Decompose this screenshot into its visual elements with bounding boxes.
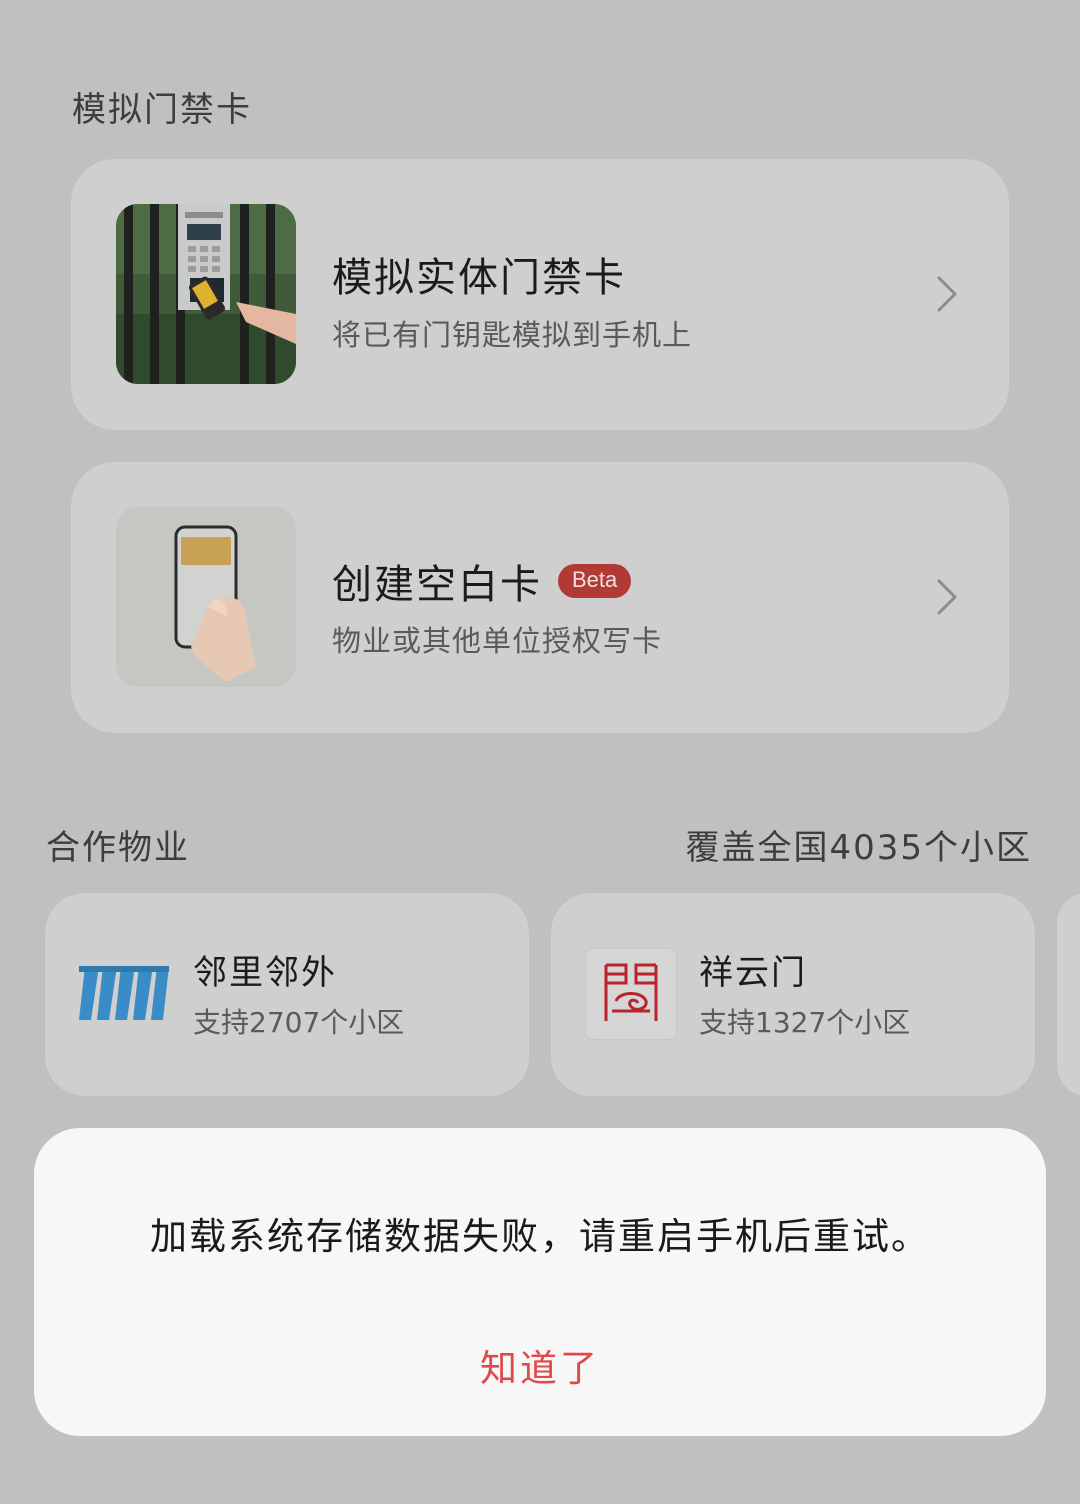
phone-hand-illustration xyxy=(116,507,296,687)
partner-name: 祥云门 xyxy=(699,953,807,993)
partner-item-partial[interactable] xyxy=(1057,893,1080,1096)
beta-badge: Beta xyxy=(558,564,632,598)
partners-title: 合作物业 xyxy=(46,828,190,868)
simulate-physical-card-item[interactable]: 模拟实体门禁卡 将已有门钥匙模拟到手机上 xyxy=(71,159,1009,430)
chevron-right-icon xyxy=(937,579,957,615)
xiangyun-logo-icon xyxy=(585,948,677,1040)
dialog-message: 加载系统存储数据失败，请重启手机后重试。 xyxy=(150,1215,930,1258)
card-title-text: 创建空白卡 xyxy=(332,562,542,608)
partner-item-linli[interactable]: 邻里邻外 支持2707个小区 xyxy=(45,893,529,1096)
partners-coverage: 覆盖全国4035个小区 xyxy=(685,828,1032,868)
card-subtitle: 将已有门钥匙模拟到手机上 xyxy=(332,318,693,352)
partner-desc: 支持1327个小区 xyxy=(699,1006,911,1039)
got-it-button[interactable]: 知道了 xyxy=(34,1338,1046,1392)
card-subtitle: 物业或其他单位授权写卡 xyxy=(332,624,663,658)
card-title: 创建空白卡 Beta xyxy=(332,552,632,610)
section-title-access-card: 模拟门禁卡 xyxy=(72,90,252,130)
card-title: 模拟实体门禁卡 xyxy=(332,255,626,301)
door-reader-photo xyxy=(116,204,296,384)
partner-name: 邻里邻外 xyxy=(193,953,337,993)
chevron-right-icon xyxy=(937,276,957,312)
linli-logo-icon xyxy=(79,966,169,1020)
create-blank-card-item[interactable]: 创建空白卡 Beta 物业或其他单位授权写卡 xyxy=(71,462,1009,733)
error-dialog: 加载系统存储数据失败，请重启手机后重试。 知道了 xyxy=(34,1128,1046,1436)
partner-desc: 支持2707个小区 xyxy=(193,1006,405,1039)
partner-item-xiangyun[interactable]: 祥云门 支持1327个小区 xyxy=(551,893,1035,1096)
